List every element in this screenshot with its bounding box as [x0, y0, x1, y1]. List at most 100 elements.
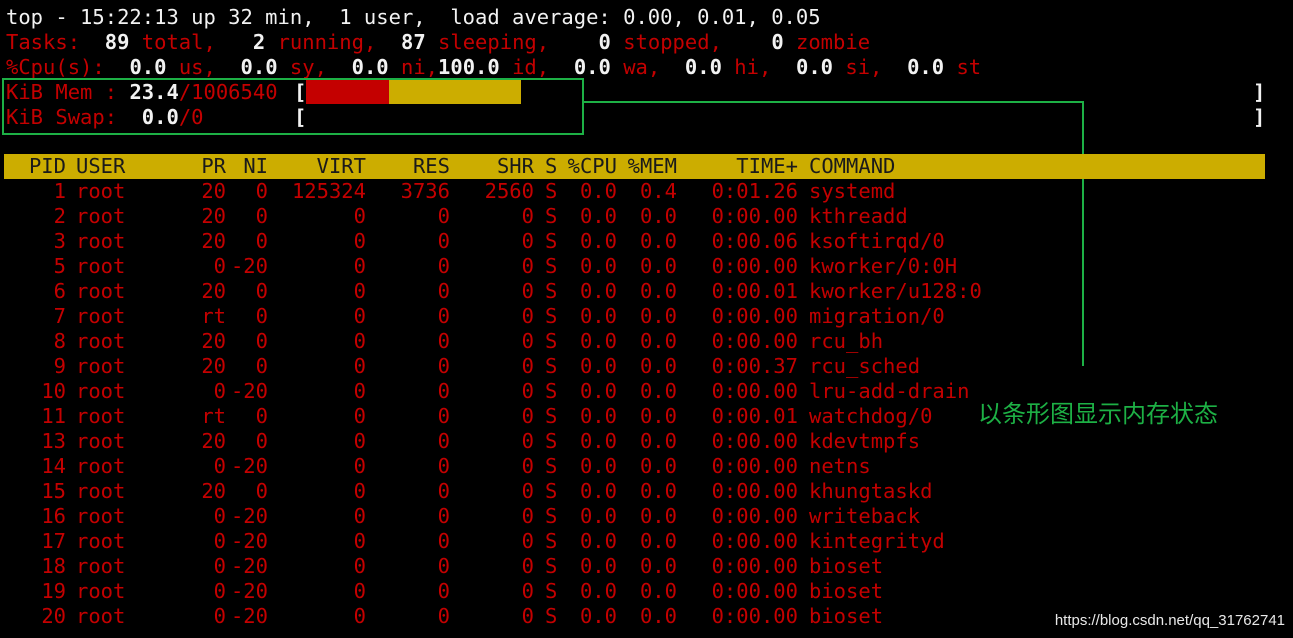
table-row[interactable]: 15 root 20 0 0 0 0 S 0.0 0.0 0:00.00 khungtaskd: [4, 479, 1265, 504]
cell-ni: 0: [255, 429, 268, 453]
cell-time: 0:00.00: [711, 579, 798, 603]
cell-state: S: [545, 354, 558, 378]
table-row[interactable]: 10 root 0 -20 0 0 0 S 0.0 0.0 0:00.00 lru-add-drain: [4, 379, 1265, 404]
table-row[interactable]: 5 root 0 -20 0 0 0 S 0.0 0.0 0:00.00 kworker/0:0H: [4, 254, 1265, 279]
cell-time: 0:00.00: [711, 329, 798, 353]
cell-virt: 0: [353, 354, 366, 378]
cell-user: root: [76, 204, 126, 228]
cell-command: migration/0: [809, 304, 945, 328]
cell-res: 0: [437, 354, 450, 378]
cell-user: root: [76, 179, 126, 203]
cell-ni: -20: [230, 254, 268, 278]
table-row[interactable]: 3 root 20 0 0 0 0 S 0.0 0.0 0:00.06 ksoftirqd/0: [4, 229, 1265, 254]
cell-virt: 0: [353, 479, 366, 503]
cell-command: netns: [809, 454, 871, 478]
cell-mem: 0.0: [639, 379, 677, 403]
cell-command: kintegrityd: [809, 529, 945, 553]
cell-user: root: [76, 479, 126, 503]
cell-pid: 10: [41, 379, 66, 403]
cell-command: writeback: [809, 504, 921, 528]
cell-ni: 0: [255, 329, 268, 353]
cell-pr: 0: [213, 254, 226, 278]
cpu-ni-label: ni,: [401, 55, 439, 79]
tasks-zombie-label: zombie: [796, 30, 871, 54]
cell-virt: 0: [353, 504, 366, 528]
cell-cpu: 0.0: [579, 254, 617, 278]
cell-mem: 0.0: [639, 304, 677, 328]
table-row[interactable]: 18 root 0 -20 0 0 0 S 0.0 0.0 0:00.00 bioset: [4, 554, 1265, 579]
cell-time: 0:00.00: [711, 604, 798, 628]
cell-state: S: [545, 529, 558, 553]
table-row[interactable]: 13 root 20 0 0 0 0 S 0.0 0.0 0:00.00 kdevtmpfs: [4, 429, 1265, 454]
cell-shr: 0: [521, 504, 534, 528]
cell-pr: 20: [201, 329, 226, 353]
cell-ni: 0: [255, 404, 268, 428]
cell-pid: 18: [41, 554, 66, 578]
cell-pid: 19: [41, 579, 66, 603]
table-row[interactable]: 6 root 20 0 0 0 0 S 0.0 0.0 0:00.01 kworker/u128:0: [4, 279, 1265, 304]
cell-ni: 0: [255, 279, 268, 303]
cell-ni: -20: [230, 579, 268, 603]
cell-virt: 0: [353, 454, 366, 478]
cell-command: lru-add-drain: [809, 379, 970, 403]
cell-user: root: [76, 454, 126, 478]
cell-command: bioset: [809, 604, 884, 628]
cell-virt: 0: [353, 429, 366, 453]
col-virt: VIRT: [316, 154, 366, 178]
cell-pid: 11: [41, 404, 66, 428]
cell-virt: 0: [353, 529, 366, 553]
cpu-us-label: us,: [178, 55, 216, 79]
col-time: TIME+: [736, 154, 798, 178]
cell-user: root: [76, 254, 126, 278]
cell-user: root: [76, 429, 126, 453]
cell-time: 0:00.00: [711, 429, 798, 453]
cell-pr: 0: [213, 504, 226, 528]
cell-pid: 8: [53, 329, 66, 353]
col-pr: PR: [201, 154, 226, 178]
cell-pid: 2: [53, 204, 66, 228]
table-row[interactable]: 1 root 20 0 125324 3736 2560 S 0.0 0.4 0:01.26 syst…: [4, 179, 1265, 204]
cpu-si-label: si,: [845, 55, 883, 79]
cell-pr: 0: [213, 454, 226, 478]
table-row[interactable]: 7 root rt 0 0 0 0 S 0.0 0.0 0:00.00 migration/0: [4, 304, 1265, 329]
cell-user: root: [76, 279, 126, 303]
cell-shr: 0: [521, 579, 534, 603]
cell-pid: 13: [41, 429, 66, 453]
table-row[interactable]: 9 root 20 0 0 0 0 S 0.0 0.0 0:00.37 rcu_sched: [4, 354, 1265, 379]
tasks-stopped-value: 0: [598, 30, 611, 54]
cell-pr: rt: [201, 304, 226, 328]
cell-cpu: 0.0: [579, 604, 617, 628]
col-cpu: %CPU: [567, 154, 617, 178]
cell-cpu: 0.0: [579, 479, 617, 503]
annotation-connector-horizontal: [582, 101, 1084, 103]
cell-shr: 0: [521, 204, 534, 228]
cell-time: 0:00.00: [711, 204, 798, 228]
cell-user: root: [76, 579, 126, 603]
cell-virt: 125324: [291, 179, 366, 203]
table-row[interactable]: 19 root 0 -20 0 0 0 S 0.0 0.0 0:00.00 bioset: [4, 579, 1265, 604]
table-row[interactable]: 2 root 20 0 0 0 0 S 0.0 0.0 0:00.00 kthreadd: [4, 204, 1265, 229]
table-row[interactable]: 17 root 0 -20 0 0 0 S 0.0 0.0 0:00.00 kintegrityd: [4, 529, 1265, 554]
cell-cpu: 0.0: [579, 329, 617, 353]
table-row[interactable]: 14 root 0 -20 0 0 0 S 0.0 0.0 0:00.00 netns: [4, 454, 1265, 479]
cell-ni: 0: [255, 354, 268, 378]
cell-state: S: [545, 579, 558, 603]
table-row[interactable]: 11 root rt 0 0 0 0 S 0.0 0.0 0:00.01 watchdog/0: [4, 404, 1265, 429]
cell-res: 0: [437, 429, 450, 453]
cell-pid: 7: [53, 304, 66, 328]
cell-state: S: [545, 304, 558, 328]
table-row[interactable]: 8 root 20 0 0 0 0 S 0.0 0.0 0:00.00 rcu_bh: [4, 329, 1265, 354]
cell-res: 0: [437, 229, 450, 253]
cell-pid: 1: [53, 179, 66, 203]
table-row[interactable]: 16 root 0 -20 0 0 0 S 0.0 0.0 0:00.00 writeback: [4, 504, 1265, 529]
cell-ni: 0: [255, 304, 268, 328]
cell-mem: 0.0: [639, 254, 677, 278]
cell-res: 0: [437, 279, 450, 303]
cell-res: 0: [437, 379, 450, 403]
cell-virt: 0: [353, 229, 366, 253]
cell-shr: 0: [521, 529, 534, 553]
cpu-sy-label: sy,: [289, 55, 327, 79]
cell-pr: 20: [201, 479, 226, 503]
cell-state: S: [545, 179, 558, 203]
cell-shr: 0: [521, 404, 534, 428]
